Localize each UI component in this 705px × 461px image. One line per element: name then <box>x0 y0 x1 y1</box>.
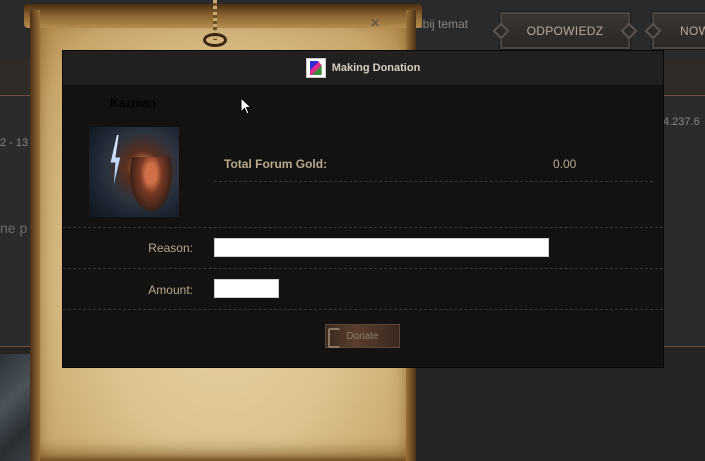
post-meta-text: 2 - 13 <box>0 137 29 149</box>
modal-title: Making Donation <box>331 62 421 74</box>
reply-button[interactable]: ODPOWIEDZ <box>499 11 631 50</box>
divider <box>214 181 653 182</box>
ring-icon <box>203 33 227 47</box>
new-button[interactable]: NOW <box>651 11 705 50</box>
post-ip-text: 4.237.6 <box>663 116 700 128</box>
divider <box>63 227 663 228</box>
donation-modal: Making Donation Kazman Total Forum Gold:… <box>63 51 663 367</box>
donate-button[interactable]: Donate <box>325 324 400 348</box>
amount-label: Amount: <box>148 283 193 297</box>
avatar <box>89 127 179 217</box>
reply-topic-link[interactable]: dbij temat <box>416 17 468 31</box>
total-gold-label: Total Forum Gold: <box>224 157 328 171</box>
divider <box>63 309 663 310</box>
post-body-text: ne p <box>0 220 28 236</box>
close-icon[interactable]: × <box>368 16 382 32</box>
total-gold-value: 0.00 <box>553 157 577 171</box>
parchment-edge-left <box>30 10 40 461</box>
reason-input[interactable] <box>214 238 549 257</box>
reason-label: Reason: <box>148 241 193 255</box>
amount-input[interactable] <box>214 279 279 298</box>
username: Kazman <box>109 96 156 110</box>
divider <box>63 268 663 269</box>
modal-header: Making Donation <box>63 51 663 85</box>
donation-icon <box>305 58 326 78</box>
